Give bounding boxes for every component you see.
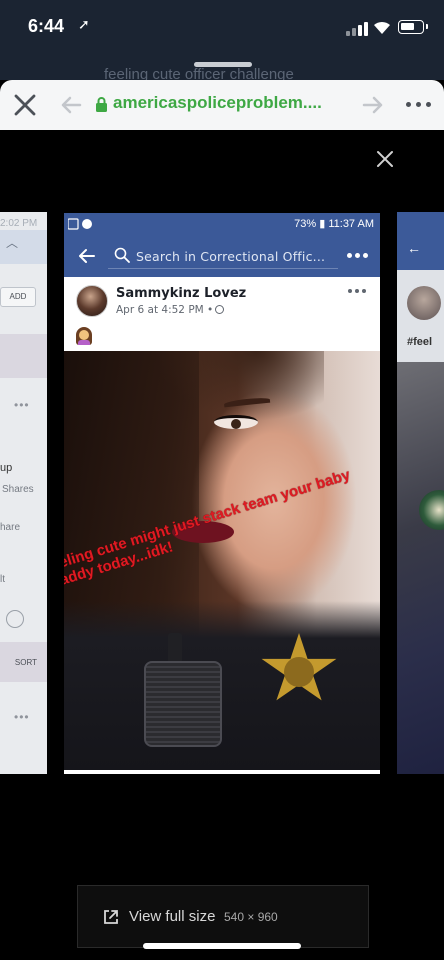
signal-icon (346, 22, 368, 36)
android-status-bar: 73% ▮ 11:37 AM (64, 213, 380, 235)
more-icon: ••• (14, 710, 30, 724)
globe-icon (215, 305, 225, 314)
status-time: 6:44 (28, 16, 65, 36)
more-icon: ••• (14, 398, 30, 412)
preview-text-it: lt (0, 574, 5, 585)
avatar (76, 285, 108, 317)
search-placeholder: Search in Correctional Offic... (136, 249, 326, 264)
more-icon (348, 289, 368, 295)
next-image-preview[interactable]: ← #feel (397, 212, 444, 774)
battery-icon (398, 20, 428, 34)
more-icon[interactable] (404, 102, 434, 110)
browser-toolbar: americaspoliceproblem.... (0, 80, 444, 130)
behind-page-header: feeling cute officer challenge (0, 56, 444, 83)
image-viewer: 2:02 PM ︿ ADD ••• up Shares hare lt SORT… (0, 130, 444, 960)
notification-icons (68, 218, 92, 230)
back-arrow-icon: ← (407, 240, 421, 256)
home-indicator[interactable] (143, 943, 301, 949)
location-arrow-icon: ➚ (78, 16, 90, 32)
view-full-size-label: View full size (129, 908, 216, 925)
eye (214, 415, 258, 429)
wifi-icon (374, 21, 390, 34)
post-timestamp: Apr 6 at 4:52 PM • (116, 304, 225, 316)
radio-speaker (144, 661, 222, 747)
android-status-right: 73% ▮ 11:37 AM (294, 218, 374, 230)
more-icon (347, 253, 369, 259)
back-arrow-icon (79, 249, 95, 263)
preview-text: up (0, 462, 13, 474)
woman-emoji-icon (76, 327, 92, 345)
url-text[interactable]: americaspoliceproblem.... (113, 93, 322, 113)
shares-label: Shares (2, 484, 34, 495)
view-full-size-button[interactable]: View full size 540 × 960 (77, 885, 369, 948)
preview-time: 2:02 PM (0, 218, 38, 229)
preview-photo (397, 362, 444, 774)
close-icon[interactable] (376, 150, 394, 168)
previous-image-preview[interactable]: 2:02 PM ︿ ADD ••• up Shares hare lt SORT… (0, 212, 47, 774)
close-icon[interactable] (12, 92, 38, 118)
search-field: Search in Correctional Offic... (108, 243, 338, 269)
lock-icon (96, 97, 107, 112)
post-author: Sammykinz Lovez (116, 286, 247, 301)
external-link-icon (104, 910, 118, 924)
chevron-up-icon: ︿ (6, 236, 19, 250)
emoji-icon (6, 610, 24, 628)
post-photo: feeling cute might just stack team your … (64, 351, 380, 770)
forward-arrow-icon[interactable] (362, 94, 384, 116)
back-arrow-icon[interactable] (60, 94, 82, 116)
add-button: ADD (0, 287, 36, 307)
shared-screenshot[interactable]: 73% ▮ 11:37 AM Search in Correctional Of… (64, 213, 380, 774)
image-dimensions: 540 × 960 (224, 910, 278, 924)
hashtag-text: #feel (407, 336, 433, 348)
sort-label: SORT (0, 642, 47, 682)
status-bar: 6:44 ➚ (0, 0, 444, 56)
facebook-toolbar: Search in Correctional Offic... (64, 235, 380, 277)
avatar (407, 286, 441, 320)
search-icon (114, 247, 130, 263)
share-label: hare (0, 522, 21, 533)
